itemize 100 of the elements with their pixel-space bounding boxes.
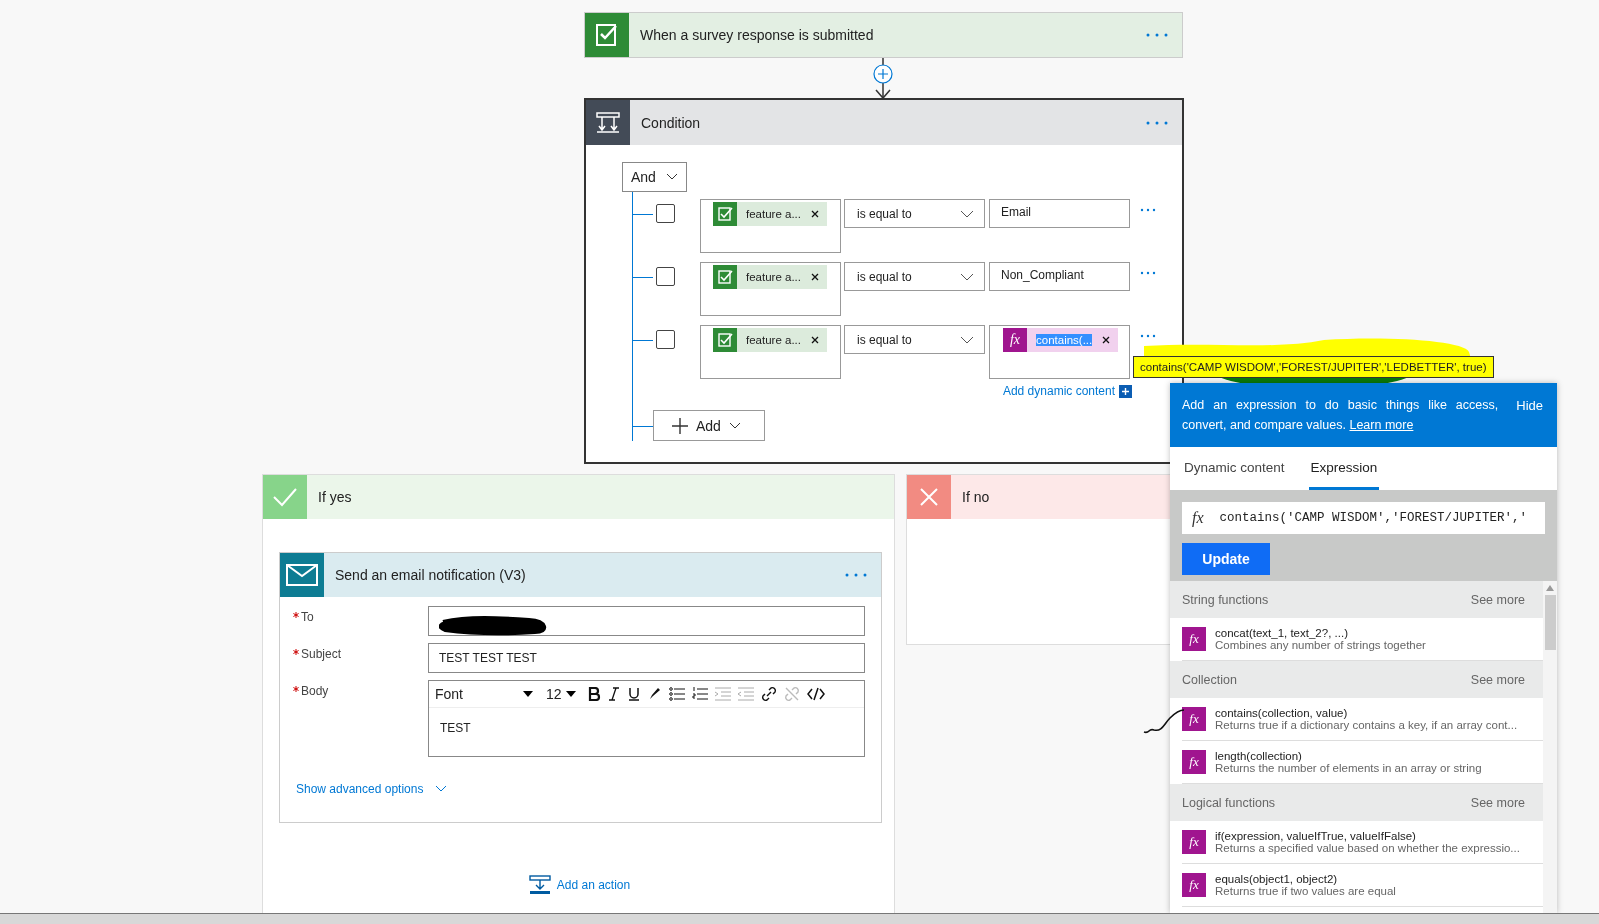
body-editor[interactable]: Font 12 TEST bbox=[428, 680, 865, 757]
pen-icon[interactable] bbox=[647, 687, 662, 701]
function-description: Returns a specified value based on whether the expressio... bbox=[1215, 842, 1520, 854]
function-item[interactable]: fx contains(collection, value) Returns true if a dictionary contains a key, if an array cont... bbox=[1182, 698, 1543, 741]
row-checkbox[interactable] bbox=[656, 204, 675, 223]
field-label: Subject bbox=[301, 647, 342, 661]
survey-icon bbox=[717, 332, 733, 348]
function-description: Combines any number of strings together bbox=[1215, 639, 1426, 651]
dynamic-token[interactable]: feature a... bbox=[713, 265, 827, 289]
see-more-link[interactable]: See more bbox=[1470, 592, 1525, 607]
add-dynamic-content-link[interactable]: Add dynamic content bbox=[1002, 384, 1132, 398]
insert-step-icon[interactable] bbox=[873, 64, 893, 84]
more-icon[interactable] bbox=[1140, 334, 1156, 338]
action-title: Send an email notification (V3) bbox=[334, 567, 527, 583]
add-an-action-link[interactable]: Add an action bbox=[263, 875, 896, 895]
chevron-down-icon bbox=[728, 421, 741, 430]
bold-icon[interactable] bbox=[586, 687, 601, 701]
tooltip: contains('CAMP WISDOM','FOREST/JUPITER','LEDBETTER', true) bbox=[1133, 356, 1494, 378]
subject-field[interactable]: TEST TEST TEST bbox=[428, 643, 865, 673]
expression-token[interactable]: fx contains(... bbox=[1003, 328, 1119, 352]
row-checkbox[interactable] bbox=[656, 267, 675, 286]
trigger-title: When a survey response is submitted bbox=[639, 27, 875, 43]
bullet-list-icon[interactable] bbox=[668, 687, 685, 701]
condition-title: Condition bbox=[640, 114, 702, 131]
font-select[interactable]: Font bbox=[435, 686, 539, 702]
scrollbar[interactable] bbox=[1543, 581, 1557, 913]
scroll-up-icon[interactable] bbox=[1546, 585, 1554, 591]
expression-field[interactable]: fx contains('CAMP WISDOM','FOREST/JUPITER',' bbox=[1182, 502, 1545, 534]
function-icon: fx bbox=[1182, 707, 1206, 731]
value-field[interactable]: feature a... bbox=[700, 199, 841, 253]
code-icon[interactable] bbox=[806, 687, 825, 701]
info-text: Add an expression to do basic things like access, convert, and compare values. Learn more bbox=[1182, 397, 1499, 434]
function-icon: fx bbox=[1182, 873, 1206, 897]
more-icon[interactable] bbox=[845, 573, 867, 577]
chevron-down-icon bbox=[435, 785, 448, 793]
branch-title: If no bbox=[961, 489, 991, 505]
value-field[interactable]: fx contains(... bbox=[989, 325, 1130, 379]
value-field[interactable]: feature a... bbox=[700, 262, 841, 316]
more-icon[interactable] bbox=[1146, 120, 1168, 125]
close-icon[interactable] bbox=[1102, 336, 1111, 344]
function-name: contains(collection, value) bbox=[1215, 707, 1349, 719]
underline-icon[interactable] bbox=[626, 687, 641, 701]
trigger-card[interactable]: When a survey response is submitted bbox=[584, 12, 1183, 58]
numbered-list-icon[interactable] bbox=[691, 687, 708, 701]
value-field[interactable]: Non_Compliant bbox=[989, 262, 1130, 291]
function-description: Returns true if two values are equal bbox=[1215, 885, 1396, 897]
see-more-link[interactable]: See more bbox=[1470, 672, 1525, 687]
check-icon bbox=[272, 487, 298, 507]
survey-icon bbox=[717, 206, 733, 222]
scroll-thumb[interactable] bbox=[1544, 595, 1556, 650]
function-name: equals(object1, object2) bbox=[1215, 873, 1339, 885]
value-field[interactable]: Email bbox=[989, 199, 1130, 228]
more-icon[interactable] bbox=[1146, 33, 1168, 37]
function-item[interactable]: fx if(expression, valueIfTrue, valueIfFalse) Returns a specified value based on whether the expressio... bbox=[1182, 821, 1543, 864]
operator-select[interactable]: is equal to bbox=[844, 262, 985, 291]
function-description: Returns the number of elements in an array or string bbox=[1215, 762, 1482, 774]
operator-dropdown[interactable]: And bbox=[622, 162, 687, 192]
field-label: To bbox=[301, 610, 314, 624]
italic-icon[interactable] bbox=[607, 687, 620, 701]
tab[interactable]: Dynamic content bbox=[1182, 447, 1287, 490]
link-icon[interactable] bbox=[760, 686, 777, 702]
envelope-icon bbox=[286, 564, 318, 586]
function-name: concat(text_1, text_2?, ...) bbox=[1215, 627, 1349, 639]
see-more-link[interactable]: See more bbox=[1470, 795, 1525, 810]
add-button[interactable]: Add bbox=[653, 410, 765, 441]
body-text: TEST bbox=[439, 720, 472, 737]
close-icon[interactable] bbox=[811, 273, 819, 281]
operator-select[interactable]: is equal to bbox=[844, 199, 985, 228]
group-title: String functions bbox=[1182, 592, 1269, 607]
more-icon[interactable] bbox=[1140, 271, 1156, 275]
function-icon: fx bbox=[1192, 509, 1204, 527]
caret-icon bbox=[523, 691, 533, 697]
learn-more-link[interactable]: Learn more bbox=[1349, 418, 1414, 432]
hide-link[interactable]: Hide bbox=[1516, 395, 1543, 447]
dynamic-token[interactable]: feature a... bbox=[713, 202, 827, 226]
branch-title: If yes bbox=[317, 489, 353, 505]
function-icon: fx bbox=[1003, 328, 1027, 352]
function-item[interactable]: fx equals(object1, object2) Returns true if two values are equal bbox=[1182, 864, 1543, 907]
caret-icon bbox=[565, 691, 576, 697]
chevron-down-icon bbox=[960, 272, 974, 281]
survey-icon bbox=[717, 269, 733, 285]
more-icon[interactable] bbox=[1140, 208, 1156, 212]
close-icon bbox=[919, 487, 939, 507]
update-button[interactable]: Update bbox=[1182, 543, 1270, 575]
close-icon[interactable] bbox=[811, 210, 819, 218]
group-title: Logical functions bbox=[1182, 795, 1276, 810]
size-select[interactable]: 12 bbox=[546, 686, 576, 702]
condition-icon bbox=[595, 110, 621, 135]
function-icon: fx bbox=[1182, 830, 1206, 854]
operator-select[interactable]: is equal to bbox=[844, 325, 985, 354]
close-icon[interactable] bbox=[811, 336, 819, 344]
dynamic-token[interactable]: feature a... bbox=[713, 328, 827, 352]
value-field[interactable]: feature a... bbox=[700, 325, 841, 379]
function-name: if(expression, valueIfTrue, valueIfFalse) bbox=[1215, 830, 1417, 842]
add-action-icon bbox=[528, 875, 551, 895]
function-description: Returns true if a dictionary contains a key, if an array cont... bbox=[1215, 719, 1518, 731]
plus-icon bbox=[1119, 384, 1132, 398]
group-title: Collection bbox=[1182, 672, 1237, 687]
show-advanced-options-link[interactable]: Show advanced options bbox=[296, 782, 448, 796]
row-checkbox[interactable] bbox=[656, 330, 675, 349]
